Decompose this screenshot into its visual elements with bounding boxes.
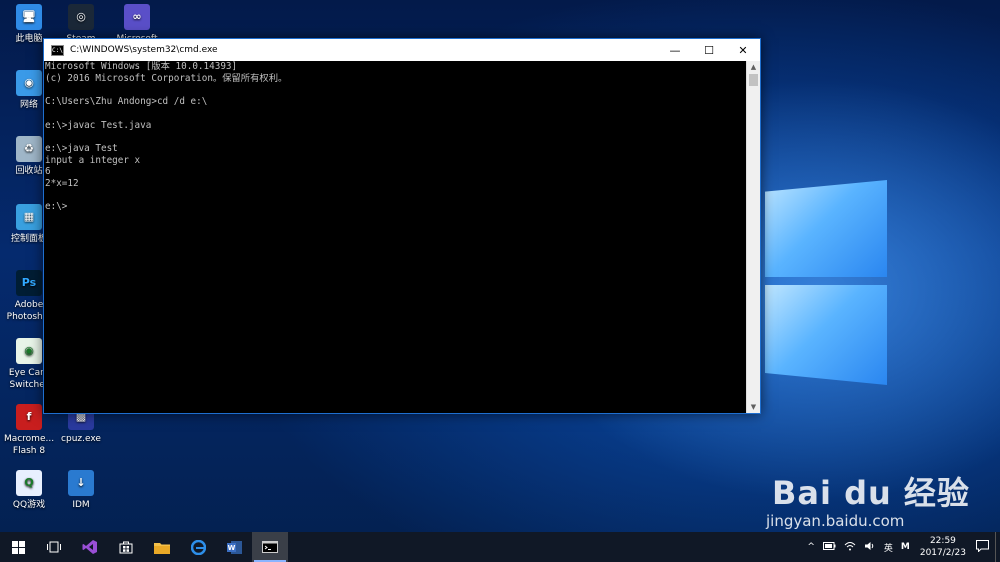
steam-icon: ◎	[68, 4, 94, 30]
svg-text:W: W	[227, 544, 235, 552]
store-button[interactable]	[108, 532, 144, 562]
close-button[interactable]: ✕	[726, 39, 760, 61]
network-icon: ◉	[16, 70, 42, 96]
baidu-watermark: Bai du 经验 jingyan.baidu.com	[766, 468, 970, 530]
cmd-app-icon: C:\	[51, 44, 64, 56]
ime-mode[interactable]: M	[901, 542, 910, 552]
console-line: C:\Users\Zhu Andong>cd /d e:\	[45, 96, 208, 108]
watermark-brand: Bai du 经验	[772, 474, 970, 512]
scroll-up-icon[interactable]: ▲	[747, 61, 760, 73]
console-line: 6	[45, 166, 51, 178]
desktop-icon[interactable]: Q QQ游戏	[0, 470, 58, 511]
battery-icon[interactable]	[822, 541, 836, 553]
minimize-button[interactable]: —	[658, 39, 692, 61]
desktop-icon-label: IDM	[72, 500, 90, 510]
file-explorer-button[interactable]	[144, 532, 180, 562]
console-line: 2*x=12	[45, 178, 79, 190]
windows-icon	[11, 540, 25, 554]
edge-button[interactable]	[180, 532, 216, 562]
maximize-button[interactable]: ☐	[692, 39, 726, 61]
photoshop-icon: Ps	[16, 270, 42, 296]
store-icon	[119, 541, 133, 554]
clock[interactable]: 22:59 2017/2/23	[920, 535, 966, 559]
tray-chevron-icon[interactable]: ^	[807, 542, 815, 552]
computer-icon: 🖥	[16, 4, 42, 30]
visual-studio-button[interactable]	[72, 532, 108, 562]
task-view-icon	[47, 541, 61, 553]
desktop-icon-label: QQ游戏	[12, 500, 46, 510]
eye-care-icon: ◉	[16, 338, 42, 364]
cmd-icon	[262, 541, 278, 553]
folder-icon	[154, 542, 170, 554]
logo-pane-tl	[765, 180, 887, 277]
system-tray: ^ 英 M 22:59 2017/2/23	[803, 532, 1000, 562]
console-line: Microsoft Windows [版本 10.0.14393]	[45, 61, 238, 72]
idm-icon: ↓	[68, 470, 94, 496]
ime-language[interactable]: 英	[884, 541, 893, 554]
task-view-button[interactable]	[36, 532, 72, 562]
cmd-titlebar[interactable]: C:\ C:\WINDOWS\system32\cmd.exe — ☐ ✕	[44, 39, 760, 61]
start-button[interactable]	[0, 532, 36, 562]
ms-icon: ∞	[124, 4, 150, 30]
word-button[interactable]: W	[216, 532, 252, 562]
console-scrollbar[interactable]: ▲ ▼	[746, 61, 760, 413]
volume-icon[interactable]	[864, 541, 876, 554]
console-output[interactable]: Microsoft Windows [版本 10.0.14393] (c) 201…	[44, 61, 747, 413]
show-desktop-button[interactable]	[995, 532, 1000, 562]
visual-studio-icon	[82, 540, 97, 554]
desktop-icon-label: Macrome... Flash 8	[3, 434, 55, 456]
console-line: e:\>	[45, 201, 68, 213]
taskbar: W ^ 英 M 22:59 2017/2/23	[0, 532, 1000, 562]
flash-icon: f	[16, 404, 42, 430]
desktop-icon-label: cpuz.exe	[61, 434, 101, 444]
scroll-thumb[interactable]	[749, 74, 758, 86]
clock-time: 22:59	[929, 536, 956, 546]
scroll-down-icon[interactable]: ▼	[747, 401, 760, 413]
recycle-bin-icon: ♻	[16, 136, 42, 162]
word-icon: W	[226, 540, 242, 554]
cmd-taskbar-button[interactable]	[252, 532, 288, 562]
clock-date: 2017/2/23	[919, 548, 966, 558]
edge-icon	[190, 539, 206, 555]
cmd-window-title: C:\WINDOWS\system32\cmd.exe	[70, 45, 218, 55]
control-panel-icon: ▦	[16, 204, 42, 230]
watermark-url: jingyan.baidu.com	[766, 512, 905, 530]
wifi-icon[interactable]	[844, 541, 856, 554]
console-line: e:\>javac Test.java	[45, 119, 152, 131]
qq-game-icon: Q	[16, 470, 42, 496]
desktop-icon[interactable]: ↓ IDM	[52, 470, 110, 511]
notification-icon[interactable]	[976, 539, 989, 555]
console-line: (c) 2016 Microsoft Corporation。保留所有权利。	[45, 72, 288, 84]
console-line: input a integer x	[45, 154, 141, 166]
console-line: e:\>java Test	[45, 142, 118, 154]
logo-pane-bl	[765, 285, 887, 385]
cmd-window[interactable]: C:\ C:\WINDOWS\system32\cmd.exe — ☐ ✕ Mi…	[43, 38, 761, 414]
